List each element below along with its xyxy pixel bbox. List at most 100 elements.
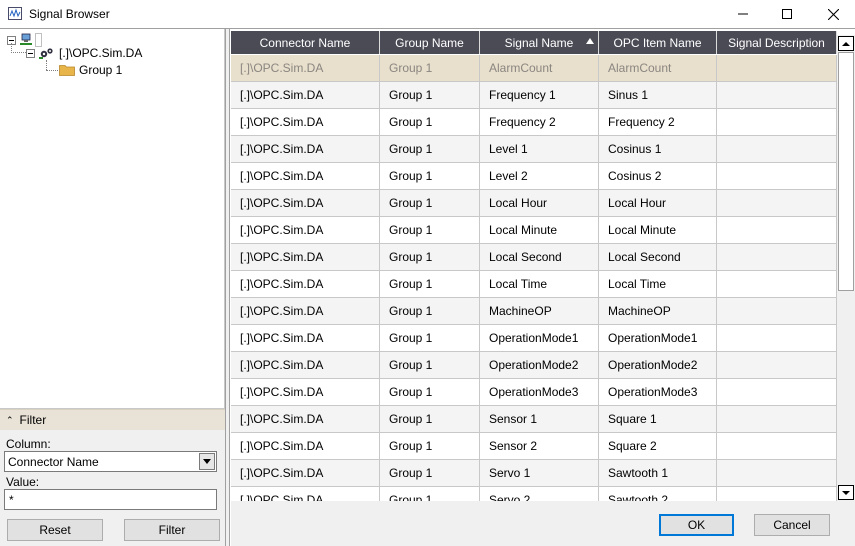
cell-signal-description	[717, 109, 837, 136]
cell-signal-description	[717, 406, 837, 433]
column-header-signal-name[interactable]: Signal Name	[480, 31, 599, 54]
collapse-icon[interactable]	[26, 48, 35, 58]
cell-signal-name: Local Hour	[480, 190, 599, 217]
reset-button[interactable]: Reset	[7, 519, 103, 541]
arrow-up-icon	[842, 41, 850, 46]
cell-connector-name: [.]\OPC.Sim.DA	[231, 55, 380, 82]
value-label: Value:	[6, 475, 40, 489]
arrow-down-icon	[842, 490, 850, 495]
cell-connector-name: [.]\OPC.Sim.DA	[231, 352, 380, 379]
table-row[interactable]: [.]\OPC.Sim.DA Group 1 Level 1 Cosinus 1	[231, 136, 837, 163]
cell-connector-name: [.]\OPC.Sim.DA	[231, 325, 380, 352]
table-row[interactable]: [.]\OPC.Sim.DA Group 1 Local Hour Local Hou…	[231, 190, 837, 217]
table-row[interactable]: [.]\OPC.Sim.DA Group 1 Frequency 1 Sinus 1	[231, 82, 837, 109]
maximize-icon	[782, 9, 792, 19]
cell-signal-description	[717, 379, 837, 406]
cell-group-name: Group 1	[380, 406, 480, 433]
cell-signal-name: Local Time	[480, 271, 599, 298]
minimize-button[interactable]	[720, 0, 766, 28]
cell-group-name: Group 1	[380, 460, 480, 487]
signal-browser-icon	[8, 7, 22, 20]
cell-signal-description	[717, 55, 837, 82]
cell-signal-name: Level 2	[480, 163, 599, 190]
column-select-value: Connector Name	[8, 455, 99, 469]
table-row[interactable]: [.]\OPC.Sim.DA Group 1 OperationMode3 Opera…	[231, 379, 837, 406]
table-row[interactable]: [.]\OPC.Sim.DA Group 1 AlarmCount AlarmCoun…	[231, 55, 837, 82]
table-row[interactable]: [.]\OPC.Sim.DA Group 1 Local Time Local Tim…	[231, 271, 837, 298]
cell-connector-name: [.]\OPC.Sim.DA	[231, 136, 380, 163]
cell-opc-item-name: AlarmCount	[599, 55, 717, 82]
cell-group-name: Group 1	[380, 298, 480, 325]
cell-signal-name: Frequency 2	[480, 109, 599, 136]
grid-header: Connector Name Group Name Signal Name OP…	[231, 31, 837, 54]
signal-grid[interactable]: Connector Name Group Name Signal Name OP…	[231, 29, 855, 501]
cell-signal-name: Local Minute	[480, 217, 599, 244]
table-row[interactable]: [.]\OPC.Sim.DA Group 1 OperationMode2 Opera…	[231, 352, 837, 379]
cell-opc-item-name: Local Second	[599, 244, 717, 271]
cell-opc-item-name: Square 2	[599, 433, 717, 460]
cell-signal-name: Servo 1	[480, 460, 599, 487]
cell-connector-name: [.]\OPC.Sim.DA	[231, 406, 380, 433]
scroll-thumb[interactable]	[838, 52, 854, 291]
column-header-signal-name-label: Signal Name	[504, 35, 574, 50]
column-header-opc-item-name[interactable]: OPC Item Name	[599, 31, 717, 54]
cell-group-name: Group 1	[380, 352, 480, 379]
cell-opc-item-name: Local Minute	[599, 217, 717, 244]
left-pane: [.]\OPC.Sim.DA Group 1 ⌃ Filter Column: …	[0, 29, 226, 546]
tree-node-server[interactable]: [.]\OPC.Sim.DA	[26, 45, 142, 61]
cell-signal-description	[717, 298, 837, 325]
window-title: Signal Browser	[29, 7, 110, 21]
cell-opc-item-name: Local Hour	[599, 190, 717, 217]
table-row[interactable]: [.]\OPC.Sim.DA Group 1 Sensor 2 Square 2	[231, 433, 837, 460]
table-row[interactable]: [.]\OPC.Sim.DA Group 1 Frequency 2 Frequenc…	[231, 109, 837, 136]
column-select[interactable]: Connector Name	[4, 451, 217, 472]
title-bar: Signal Browser	[0, 0, 855, 28]
table-row[interactable]: [.]\OPC.Sim.DA Group 1 OperationMode1 Opera…	[231, 325, 837, 352]
column-header-connector-name[interactable]: Connector Name	[231, 31, 380, 54]
value-input[interactable]	[4, 489, 217, 510]
table-row[interactable]: [.]\OPC.Sim.DA Group 1 MachineOP MachineOP	[231, 298, 837, 325]
cell-opc-item-name: Sawtooth 1	[599, 460, 717, 487]
cell-connector-name: [.]\OPC.Sim.DA	[231, 244, 380, 271]
cell-group-name: Group 1	[380, 109, 480, 136]
table-row[interactable]: [.]\OPC.Sim.DA Group 1 Level 2 Cosinus 2	[231, 163, 837, 190]
cell-signal-name: Frequency 1	[480, 82, 599, 109]
cell-group-name: Group 1	[380, 190, 480, 217]
table-row[interactable]: [.]\OPC.Sim.DA Group 1 Servo 2 Sawtooth 2	[231, 487, 837, 501]
close-button[interactable]	[810, 0, 855, 28]
tree-node-group[interactable]: Group 1	[59, 62, 122, 78]
column-header-signal-description[interactable]: Signal Description	[717, 31, 837, 54]
table-row[interactable]: [.]\OPC.Sim.DA Group 1 Sensor 1 Square 1	[231, 406, 837, 433]
folder-icon	[59, 65, 75, 76]
pane-splitter[interactable]	[226, 29, 230, 546]
cell-opc-item-name: Sawtooth 2	[599, 487, 717, 501]
filter-button[interactable]: Filter	[124, 519, 220, 541]
cell-signal-description	[717, 487, 837, 501]
table-row[interactable]: [.]\OPC.Sim.DA Group 1 Local Second Local S…	[231, 244, 837, 271]
maximize-button[interactable]	[764, 0, 810, 28]
cell-signal-name: Level 1	[480, 136, 599, 163]
connector-tree[interactable]: [.]\OPC.Sim.DA Group 1	[0, 29, 225, 409]
cell-opc-item-name: OperationMode2	[599, 352, 717, 379]
close-icon	[827, 8, 839, 20]
minimize-icon	[738, 13, 748, 15]
cell-group-name: Group 1	[380, 271, 480, 298]
scroll-up-button[interactable]	[838, 36, 854, 51]
column-header-group-name[interactable]: Group Name	[380, 31, 480, 54]
tree-group-label: Group 1	[79, 63, 123, 77]
cell-signal-description	[717, 82, 837, 109]
cell-signal-name: Sensor 1	[480, 406, 599, 433]
grid-vertical-scrollbar[interactable]	[837, 35, 855, 501]
cell-opc-item-name: Sinus 1	[599, 82, 717, 109]
cell-opc-item-name: OperationMode3	[599, 379, 717, 406]
cancel-button[interactable]: Cancel	[754, 514, 830, 536]
table-row[interactable]: [.]\OPC.Sim.DA Group 1 Servo 1 Sawtooth 1	[231, 460, 837, 487]
table-row[interactable]: [.]\OPC.Sim.DA Group 1 Local Minute Local M…	[231, 217, 837, 244]
ok-button[interactable]: OK	[659, 514, 734, 536]
cell-connector-name: [.]\OPC.Sim.DA	[231, 433, 380, 460]
filter-panel-header[interactable]: ⌃ Filter	[0, 409, 225, 430]
dropdown-button[interactable]	[199, 453, 215, 470]
cell-connector-name: [.]\OPC.Sim.DA	[231, 460, 380, 487]
cell-signal-name: OperationMode2	[480, 352, 599, 379]
scroll-down-button[interactable]	[838, 485, 854, 500]
